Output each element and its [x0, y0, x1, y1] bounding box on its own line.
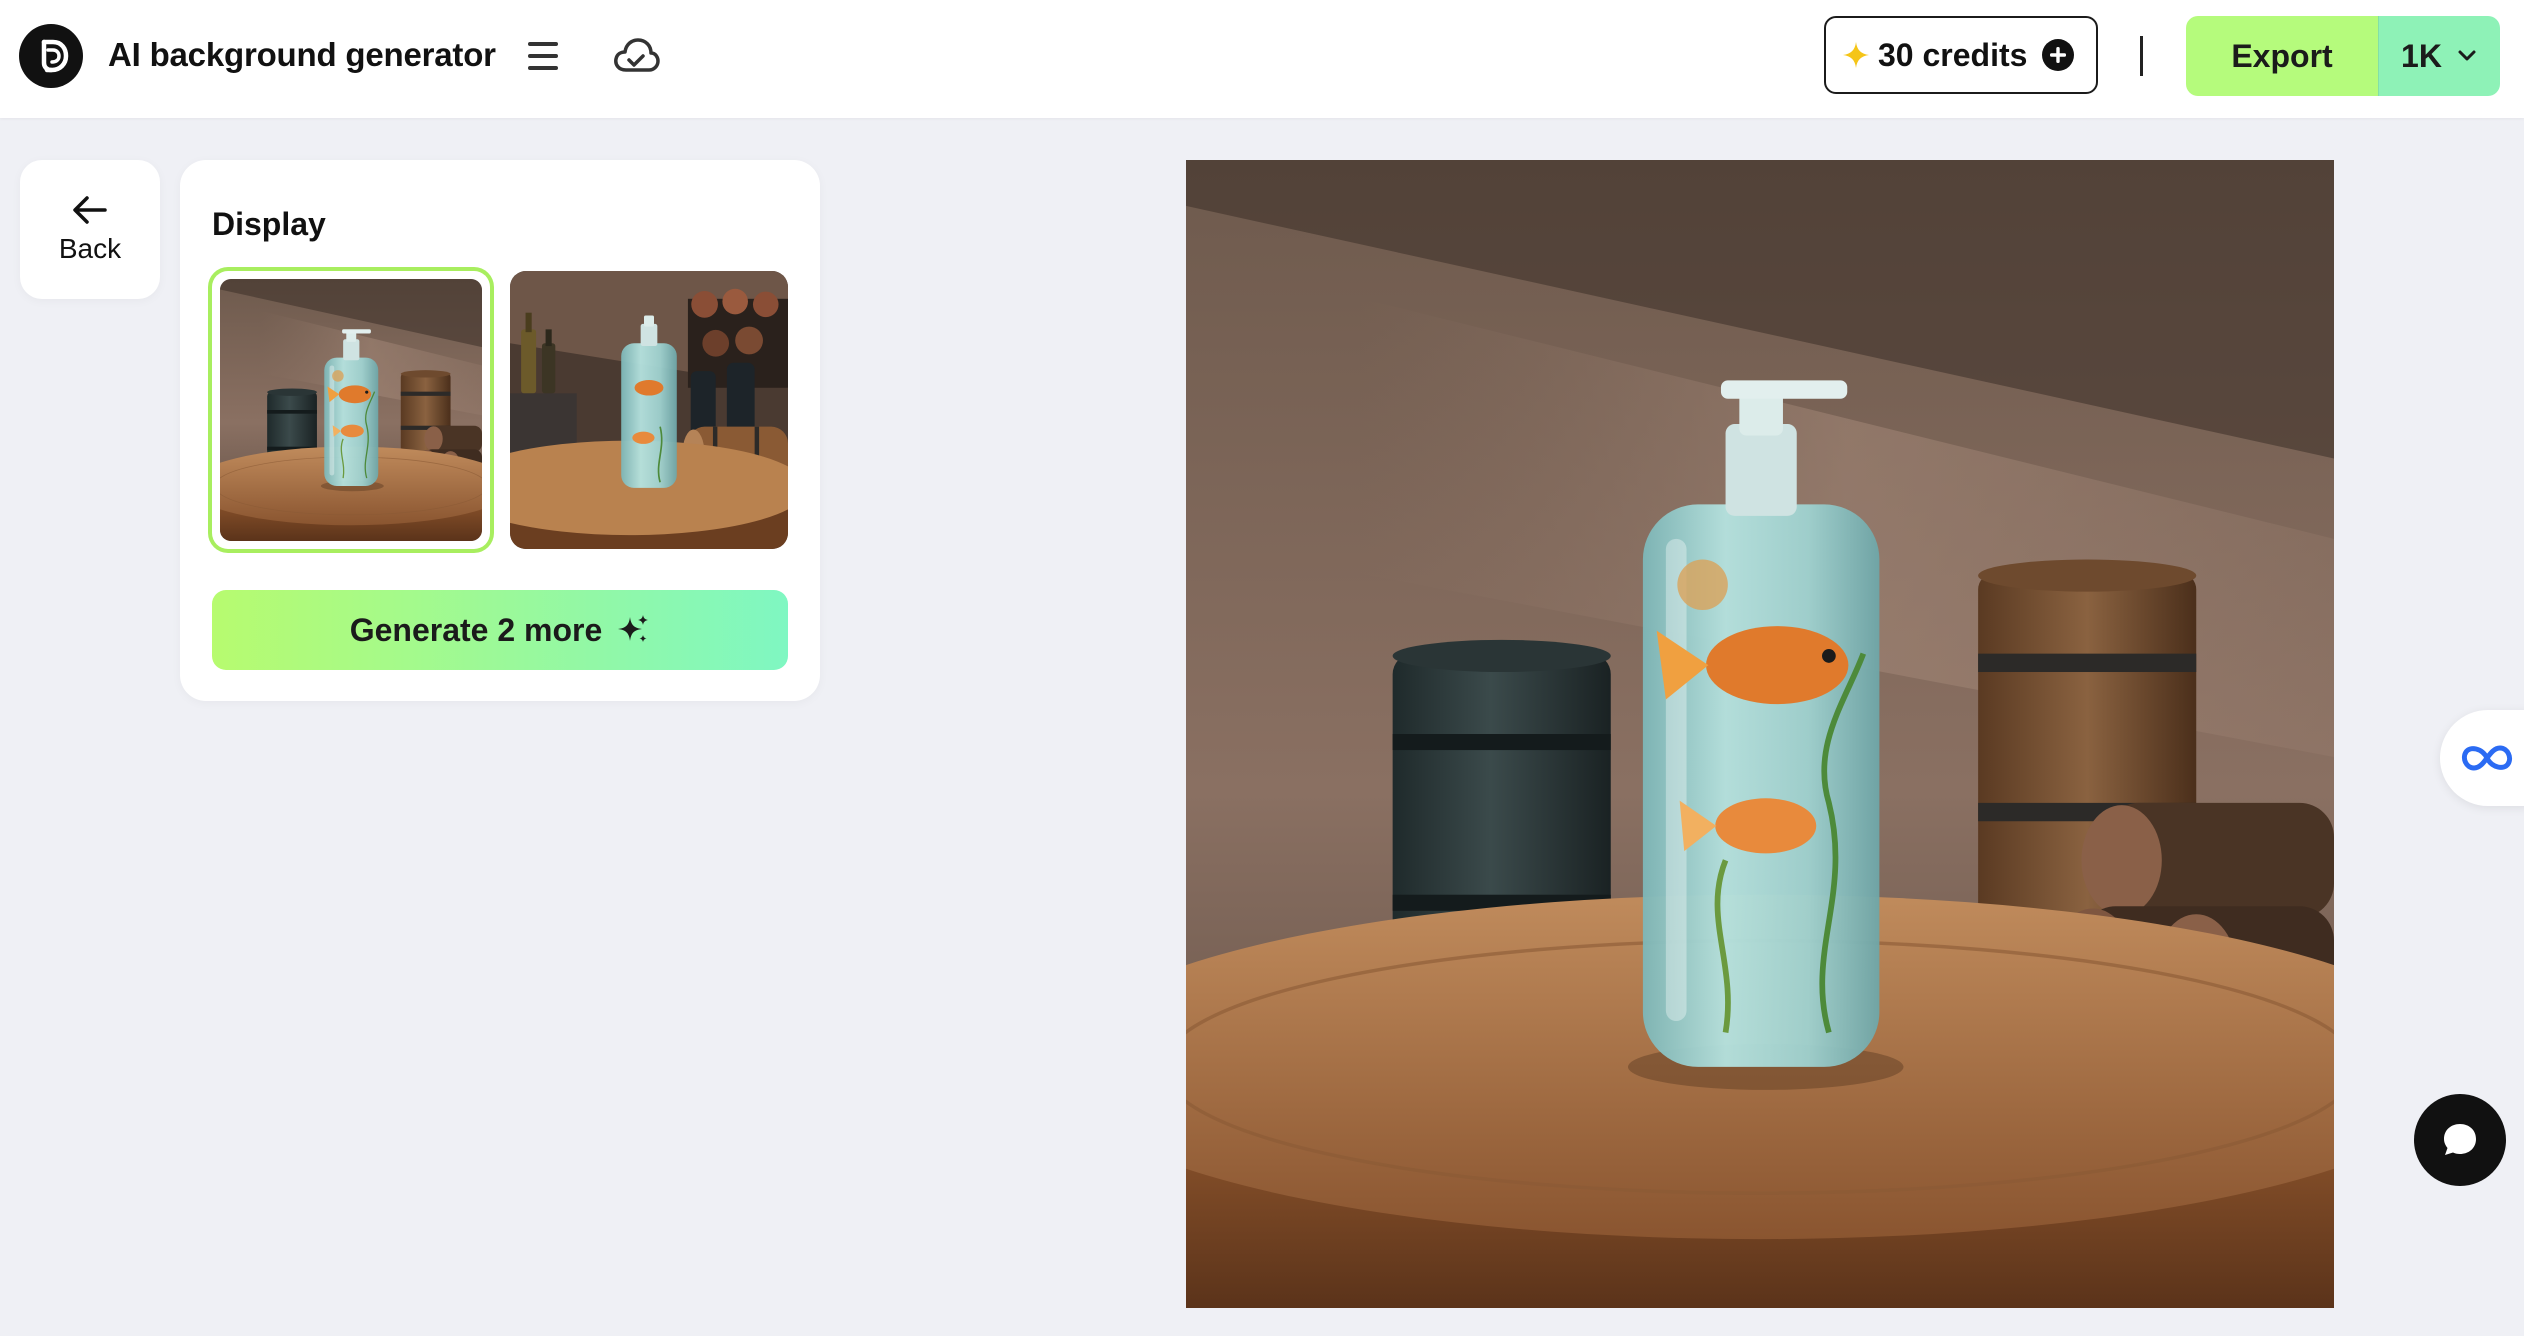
display-panel: Display Generate 2 more	[180, 160, 820, 701]
resolution-dropdown[interactable]: 1K	[2378, 16, 2500, 96]
toolbar-divider	[2140, 36, 2143, 76]
back-label: Back	[58, 232, 122, 264]
brand-logo-icon[interactable]	[19, 24, 83, 88]
panel-title: Display	[212, 206, 326, 242]
chevron-down-icon	[2458, 50, 2476, 61]
export-group: Export 1K	[2186, 16, 2500, 96]
thumbnail-image	[510, 271, 788, 549]
back-button[interactable]: Back	[20, 160, 160, 299]
cloud-sync-icon[interactable]	[610, 30, 662, 82]
thumbnail-2[interactable]	[510, 271, 788, 549]
resolution-label: 1K	[2401, 37, 2442, 74]
app-title: AI background generator	[108, 36, 496, 73]
side-tab[interactable]	[2440, 710, 2524, 806]
arrow-left-icon	[73, 195, 107, 224]
generate-label: Generate 2 more	[349, 611, 603, 648]
thumbnail-image	[220, 279, 482, 541]
chat-bubble-icon	[2444, 1124, 2476, 1155]
infinity-icon	[2461, 745, 2513, 771]
hamburger-menu-icon[interactable]	[520, 36, 568, 76]
plus-circle-icon[interactable]	[2041, 38, 2075, 72]
chat-button[interactable]	[2414, 1094, 2506, 1186]
top-bar: AI background generator 30 credits Expor…	[0, 0, 2524, 118]
thumbnail-1[interactable]	[212, 271, 490, 549]
main-preview-image	[1186, 160, 2334, 1308]
sparkles-icon	[618, 615, 649, 642]
sparkle-icon	[1843, 42, 1869, 68]
credits-button[interactable]: 30 credits	[1824, 16, 2098, 94]
credits-label: 30 credits	[1878, 36, 2028, 73]
generate-more-button[interactable]: Generate 2 more	[212, 590, 788, 670]
export-button[interactable]: Export	[2186, 16, 2378, 96]
